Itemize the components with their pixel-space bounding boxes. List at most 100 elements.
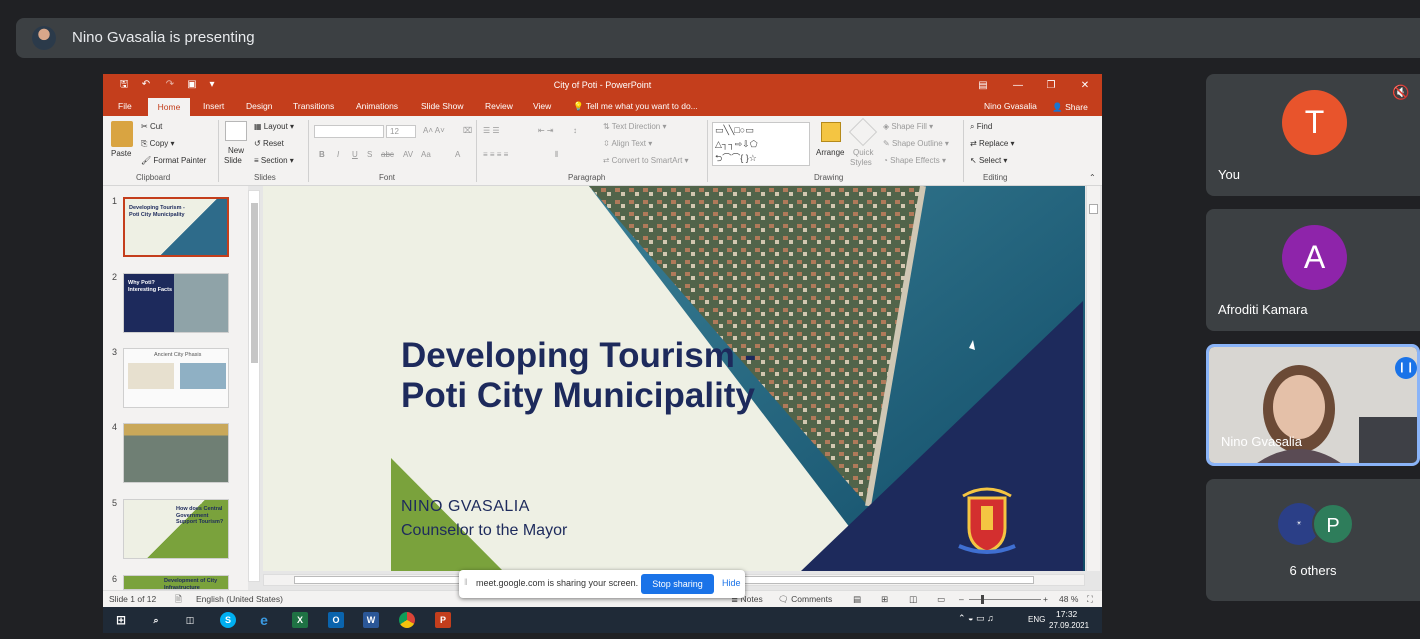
tab-home[interactable]: Home bbox=[148, 98, 190, 116]
tab-review[interactable]: Review bbox=[485, 101, 513, 111]
text-direction-button[interactable]: ⇅ Text Direction ▾ bbox=[603, 122, 667, 131]
align-icons[interactable]: ≡ ≡ ≡ ≡ bbox=[483, 150, 508, 159]
tab-slide-show[interactable]: Slide Show bbox=[421, 101, 464, 111]
tab-file[interactable]: File bbox=[118, 101, 132, 111]
zoom-in-icon[interactable]: + bbox=[1043, 594, 1048, 604]
shapes-gallery[interactable]: ▭╲╲□○▭ △┐┐⇨⇩⬠ ⮌⌒⌒{ }☆ bbox=[712, 122, 810, 166]
tab-insert[interactable]: Insert bbox=[203, 101, 224, 111]
slide-thumbnail-6[interactable]: Development of City Infrastructure bbox=[123, 575, 229, 590]
tab-animations[interactable]: Animations bbox=[356, 101, 398, 111]
scroll-thumb[interactable] bbox=[251, 203, 258, 363]
select-button[interactable]: ↖ Select ▾ bbox=[970, 156, 1007, 165]
underline-icon[interactable]: U bbox=[352, 150, 358, 159]
excel-icon[interactable]: X bbox=[292, 612, 308, 628]
clock-date[interactable]: 27.09.2021 bbox=[1049, 621, 1089, 630]
reset-button[interactable]: ↺ Reset bbox=[254, 139, 284, 148]
skype-icon[interactable]: S bbox=[220, 612, 236, 628]
new-slide-label[interactable]: New bbox=[228, 146, 244, 155]
font-color-icon[interactable]: A bbox=[455, 150, 460, 159]
line-spacing-icon[interactable]: ↕ bbox=[573, 126, 577, 135]
close-icon[interactable]: ✕ bbox=[1075, 78, 1095, 94]
zoom-slider[interactable] bbox=[969, 599, 1041, 600]
slide-thumbnail-3[interactable]: Ancient City Phasis bbox=[123, 348, 229, 408]
columns-icon[interactable]: ⫴ bbox=[555, 150, 558, 160]
copy-button[interactable]: ⎘ Copy ▾ bbox=[141, 139, 175, 149]
participant-tile-nino[interactable]: ❙❙ Nino Gvasalia bbox=[1206, 344, 1420, 466]
start-icon[interactable]: ⊞ bbox=[113, 612, 129, 628]
align-text-button[interactable]: ⇳ Align Text ▾ bbox=[603, 139, 652, 148]
quick-styles-label2[interactable]: Styles bbox=[850, 158, 872, 167]
slideshow-view-icon[interactable]: ▭ bbox=[937, 594, 945, 605]
thumbnails-scrollbar[interactable] bbox=[248, 190, 260, 582]
zoom-level[interactable]: 48 % bbox=[1059, 594, 1078, 604]
arrange-label[interactable]: Arrange bbox=[816, 148, 844, 157]
italic-icon[interactable]: I bbox=[337, 150, 339, 159]
participant-tile-you[interactable]: T 🔇 You bbox=[1206, 74, 1420, 196]
layout-button[interactable]: ▦ Layout ▾ bbox=[254, 122, 294, 131]
slide-vertical-scrollbar[interactable] bbox=[1086, 186, 1100, 571]
bold-icon[interactable]: B bbox=[319, 150, 325, 159]
ribbon-display-icon[interactable]: ▤ bbox=[973, 78, 993, 94]
arrange-icon[interactable] bbox=[821, 122, 841, 142]
language-indicator[interactable]: ENG bbox=[1028, 615, 1045, 624]
language-status[interactable]: English (United States) bbox=[196, 594, 283, 604]
tell-me-search[interactable]: 💡 Tell me what you want to do... bbox=[573, 101, 698, 112]
tab-transitions[interactable]: Transitions bbox=[293, 101, 334, 111]
format-painter-button[interactable]: 🖌 Format Painter bbox=[141, 156, 206, 165]
edge-icon[interactable]: e bbox=[256, 612, 272, 628]
minimize-icon[interactable]: — bbox=[1008, 78, 1028, 94]
change-case-icon[interactable]: Aa bbox=[421, 150, 431, 159]
grow-font-icon[interactable]: A˄ A˅ bbox=[423, 126, 445, 135]
clock-time[interactable]: 17:32 bbox=[1056, 609, 1077, 619]
reading-view-icon[interactable]: ◫ bbox=[909, 594, 917, 605]
scroll-thumb[interactable] bbox=[1089, 204, 1098, 214]
word-icon[interactable]: W bbox=[363, 612, 379, 628]
outlook-icon[interactable]: O bbox=[328, 612, 344, 628]
slide-thumbnail-5[interactable]: How does Central Government Support Tour… bbox=[123, 499, 229, 559]
shape-effects-button[interactable]: ◔ Shape Effects ▾ bbox=[883, 156, 946, 165]
slide-thumbnail-4[interactable] bbox=[123, 423, 229, 483]
paste-icon[interactable] bbox=[111, 121, 133, 147]
font-size-field[interactable]: 12 bbox=[386, 125, 416, 138]
cut-button[interactable]: ✂ Cut bbox=[141, 122, 162, 131]
zoom-out-icon[interactable]: – bbox=[959, 594, 964, 604]
restore-icon[interactable]: ❐ bbox=[1041, 78, 1061, 94]
slide-sorter-icon[interactable]: ⊞ bbox=[881, 594, 888, 605]
strikethrough-icon[interactable]: abc bbox=[381, 150, 394, 159]
find-button[interactable]: ⌕ Find bbox=[970, 122, 992, 132]
hide-button[interactable]: Hide bbox=[722, 578, 741, 588]
shadow-icon[interactable]: S bbox=[367, 150, 372, 159]
new-slide-icon[interactable] bbox=[225, 121, 247, 141]
replace-button[interactable]: ⇄ Replace ▾ bbox=[970, 139, 1015, 148]
tab-view[interactable]: View bbox=[533, 101, 551, 111]
shape-outline-button[interactable]: ✎ Shape Outline ▾ bbox=[883, 139, 949, 148]
comments-button[interactable]: 🗨 Comments bbox=[778, 594, 832, 605]
new-slide-label2[interactable]: Slide bbox=[224, 156, 242, 165]
chrome-icon[interactable] bbox=[399, 612, 415, 628]
tray-icons[interactable]: ⌃ ◒ ▭ ♫ bbox=[958, 613, 994, 624]
indent-icon[interactable]: ⇤ ⇥ bbox=[538, 126, 554, 135]
shape-fill-button[interactable]: ◈ Shape Fill ▾ bbox=[883, 122, 933, 131]
convert-smartart-button[interactable]: ⮂ Convert to SmartArt ▾ bbox=[603, 156, 689, 166]
slide-canvas[interactable]: Developing Tourism - Poti City Municipal… bbox=[263, 186, 1085, 571]
search-icon[interactable]: ⌕ bbox=[148, 612, 164, 628]
powerpoint-icon[interactable]: P bbox=[435, 612, 451, 628]
clear-format-icon[interactable]: ⌧ bbox=[463, 126, 472, 135]
slide-thumbnail-1[interactable]: Developing Tourism - Poti City Municipal… bbox=[123, 197, 229, 257]
tab-design[interactable]: Design bbox=[246, 101, 272, 111]
quick-styles-label[interactable]: Quick bbox=[853, 148, 873, 157]
normal-view-icon[interactable]: ▤ bbox=[853, 594, 861, 605]
task-view-icon[interactable]: ◫ bbox=[182, 612, 198, 628]
spacing-icon[interactable]: AV bbox=[403, 150, 413, 159]
slide-thumbnail-2[interactable]: Why Poti? Interesting Facts bbox=[123, 273, 229, 333]
quick-styles-icon[interactable] bbox=[848, 117, 878, 147]
share-button[interactable]: 👤 Share bbox=[1047, 99, 1093, 115]
paste-label[interactable]: Paste bbox=[111, 149, 131, 158]
font-name-field[interactable] bbox=[314, 125, 384, 138]
collapse-ribbon-icon[interactable]: ⌃ bbox=[1089, 173, 1096, 182]
section-button[interactable]: ≡ Section ▾ bbox=[254, 156, 294, 165]
participant-tile-afroditi[interactable]: A Afroditi Kamara bbox=[1206, 209, 1420, 331]
zoom-slider-handle[interactable] bbox=[981, 595, 984, 604]
participant-tile-others[interactable]: ☀ P 6 others bbox=[1206, 479, 1420, 601]
fit-to-window-icon[interactable]: ⛶ bbox=[1087, 594, 1093, 605]
